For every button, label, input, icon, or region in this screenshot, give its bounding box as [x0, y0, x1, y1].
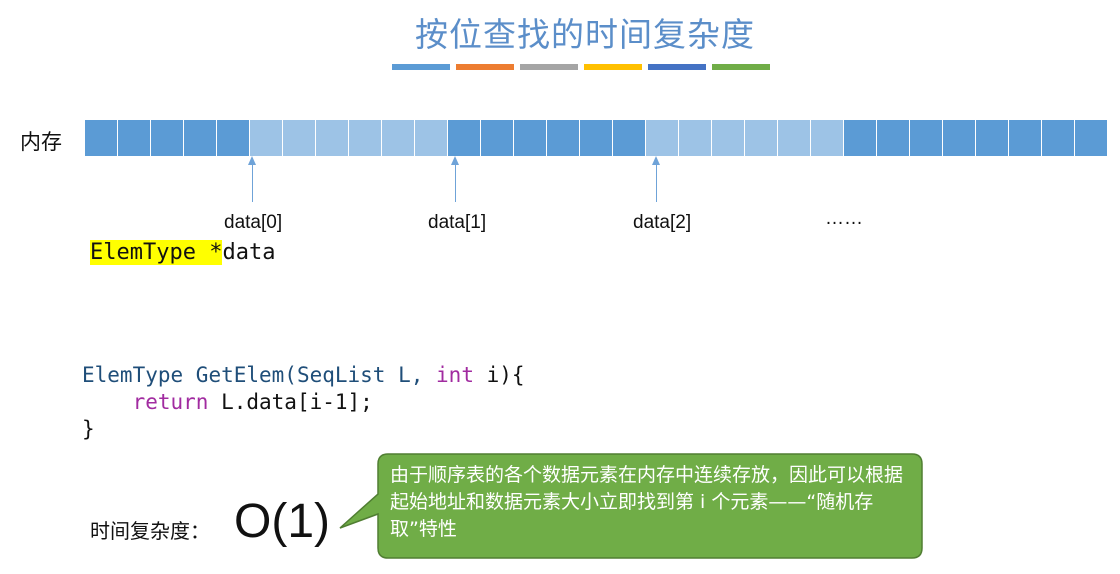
memory-cell	[151, 120, 184, 156]
color-bar	[712, 64, 770, 70]
memory-cell	[514, 120, 547, 156]
color-bar	[648, 64, 706, 70]
memory-row	[85, 120, 1108, 156]
code-function-signature: GetElem(SeqList L,	[183, 363, 437, 387]
memory-cell	[679, 120, 712, 156]
complexity-label: 时间复杂度：	[90, 519, 210, 543]
memory-cell	[646, 120, 679, 156]
index-label-ellipsis: ……	[825, 208, 863, 229]
declaration-type: ElemType *	[90, 240, 223, 265]
memory-cell	[283, 120, 316, 156]
arrow-data-1	[451, 156, 459, 202]
callout-text: 由于顺序表的各个数据元素在内存中连续存放，因此可以根据起始地址和数据元素大小立即…	[390, 464, 904, 540]
code-int-keyword: int	[436, 363, 474, 387]
declaration-name: data	[222, 240, 276, 265]
code-return-expression: L.data[i-1];	[208, 390, 373, 414]
index-label-1: data[1]	[428, 212, 487, 233]
memory-cell	[1009, 120, 1042, 156]
memory-cell	[448, 120, 481, 156]
memory-cell	[877, 120, 910, 156]
memory-label: 内存	[20, 130, 62, 154]
memory-cell	[1042, 120, 1075, 156]
memory-cell	[349, 120, 382, 156]
memory-cell	[481, 120, 514, 156]
memory-cell	[316, 120, 349, 156]
memory-cell	[217, 120, 250, 156]
arrow-data-2	[652, 156, 660, 202]
index-label-2: data[2]	[633, 212, 692, 233]
complexity-value: O(1)	[234, 495, 330, 548]
color-bar	[456, 64, 514, 70]
memory-cell	[250, 120, 283, 156]
memory-cell	[85, 120, 118, 156]
code-closing-brace: }	[82, 417, 95, 441]
memory-cell	[811, 120, 844, 156]
memory-cell	[613, 120, 646, 156]
color-bar	[520, 64, 578, 70]
code-type: ElemType	[82, 363, 184, 387]
memory-cell	[943, 120, 976, 156]
memory-cell	[910, 120, 943, 156]
memory-cell	[415, 120, 448, 156]
code-return-keyword: return	[132, 390, 209, 414]
color-bar	[584, 64, 642, 70]
memory-cell	[382, 120, 415, 156]
pointer-declaration: ElemType *data	[90, 240, 275, 265]
arrow-data-0	[248, 156, 256, 202]
memory-cell	[778, 120, 811, 156]
memory-cell	[184, 120, 217, 156]
memory-cell	[712, 120, 745, 156]
memory-cell	[745, 120, 778, 156]
color-bar	[392, 64, 450, 70]
page-title: 按位查找的时间复杂度	[415, 15, 755, 54]
code-block: ElemType GetElem(SeqList L, int i){ retu…	[82, 362, 525, 443]
memory-cell	[118, 120, 151, 156]
memory-cell	[844, 120, 877, 156]
code-param: i){	[473, 363, 525, 387]
memory-cell	[547, 120, 580, 156]
memory-cell	[976, 120, 1009, 156]
index-label-0: data[0]	[224, 212, 283, 233]
memory-cell	[1075, 120, 1108, 156]
memory-cell	[580, 120, 613, 156]
color-strip	[392, 64, 770, 70]
